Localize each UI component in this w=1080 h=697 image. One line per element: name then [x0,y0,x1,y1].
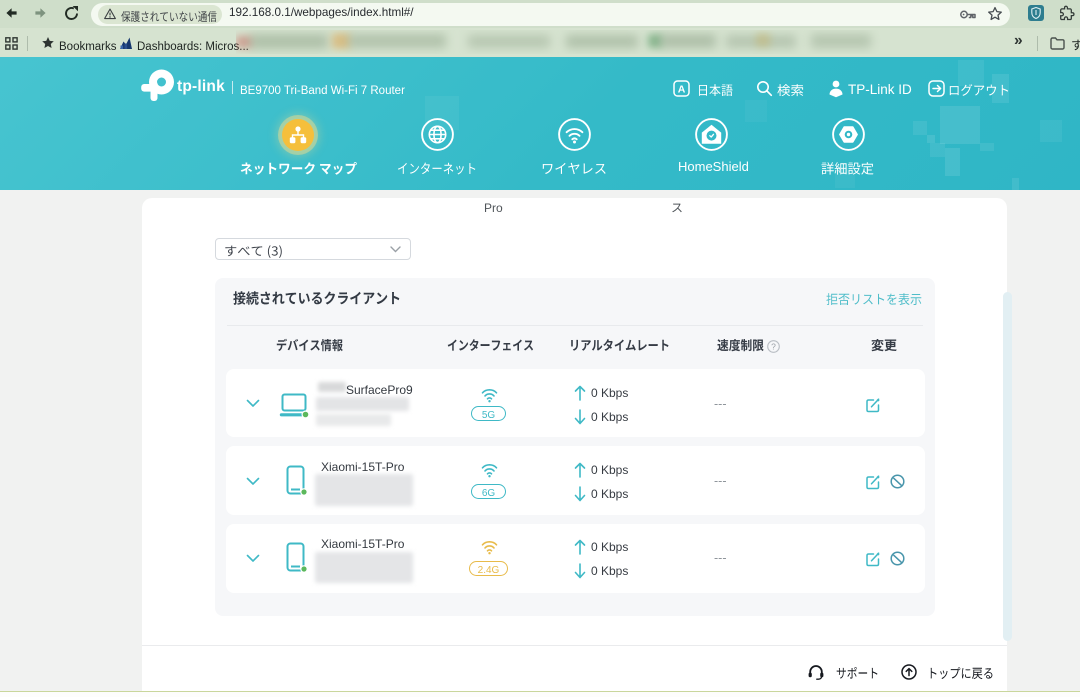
svg-text:A: A [678,84,686,96]
svg-text:?: ? [771,342,776,352]
